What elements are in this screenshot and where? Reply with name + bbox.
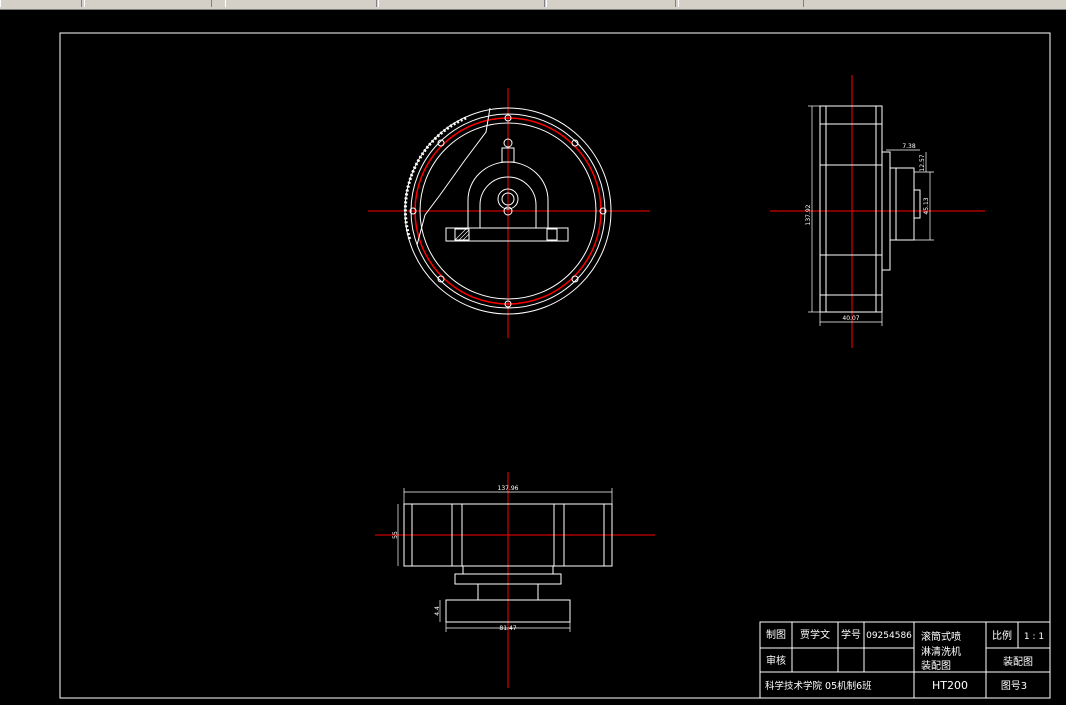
drum-body <box>819 105 883 313</box>
reviewed-label: 审核 <box>766 654 786 667</box>
dim-bottom-base: 81.47 <box>499 625 516 632</box>
section-hatch-arc <box>403 116 467 241</box>
school-class: 科学技术学院 05机制6班 <box>765 680 872 692</box>
dim-side-hub: 45.13 <box>923 197 930 214</box>
side-view[interactable]: 137.92 40.07 7.38 12.57 45.13 <box>770 75 985 348</box>
student-id: 09254586 <box>866 631 912 641</box>
drawing-title-line2: 淋清洗机 <box>921 645 961 658</box>
dim-bottom-height: 55 <box>392 531 399 539</box>
front-view[interactable] <box>368 88 650 338</box>
base-hatch-right <box>546 228 558 241</box>
drawing-title-line1: 滚筒式喷 <box>921 630 961 643</box>
title-block-text: 制图 贾学文 学号 09254586 审核 滚筒式喷 淋清洗机 装配图 比例 1… <box>765 628 1044 692</box>
material: HT200 <box>932 679 968 692</box>
drawing-number: 图号3 <box>1001 680 1027 692</box>
base-hatch-left <box>454 228 470 241</box>
drawing-title-line3: 装配图 <box>921 659 951 672</box>
side-hub <box>889 167 915 241</box>
hatch-lines <box>454 228 470 241</box>
drawn-by-name: 贾学文 <box>800 628 830 641</box>
bottom-view[interactable]: 137.96 81.47 55 4.4 <box>375 472 655 688</box>
scale-label: 比例 <box>992 629 1012 642</box>
student-id-label: 学号 <box>841 628 861 641</box>
drawn-by-label: 制图 <box>766 628 786 641</box>
cad-drawing[interactable]: 137.92 40.07 7.38 12.57 45.13 137.96 81.… <box>0 0 1066 705</box>
drawing-type: 装配图 <box>1003 655 1033 668</box>
dim-bottom-small: 4.4 <box>434 606 441 616</box>
dim-side-width: 40.07 <box>842 315 859 322</box>
dim-side-top: 7.38 <box>902 143 916 150</box>
dim-front-vertical: 137.92 <box>805 204 812 225</box>
dim-bottom-overall: 137.96 <box>498 485 519 492</box>
section-break-line <box>416 107 491 246</box>
side-hub-tip <box>913 189 921 219</box>
scale-value: 1 : 1 <box>1024 632 1044 642</box>
dim-side-step: 12.57 <box>919 154 926 171</box>
drawing-border <box>59 32 1051 699</box>
